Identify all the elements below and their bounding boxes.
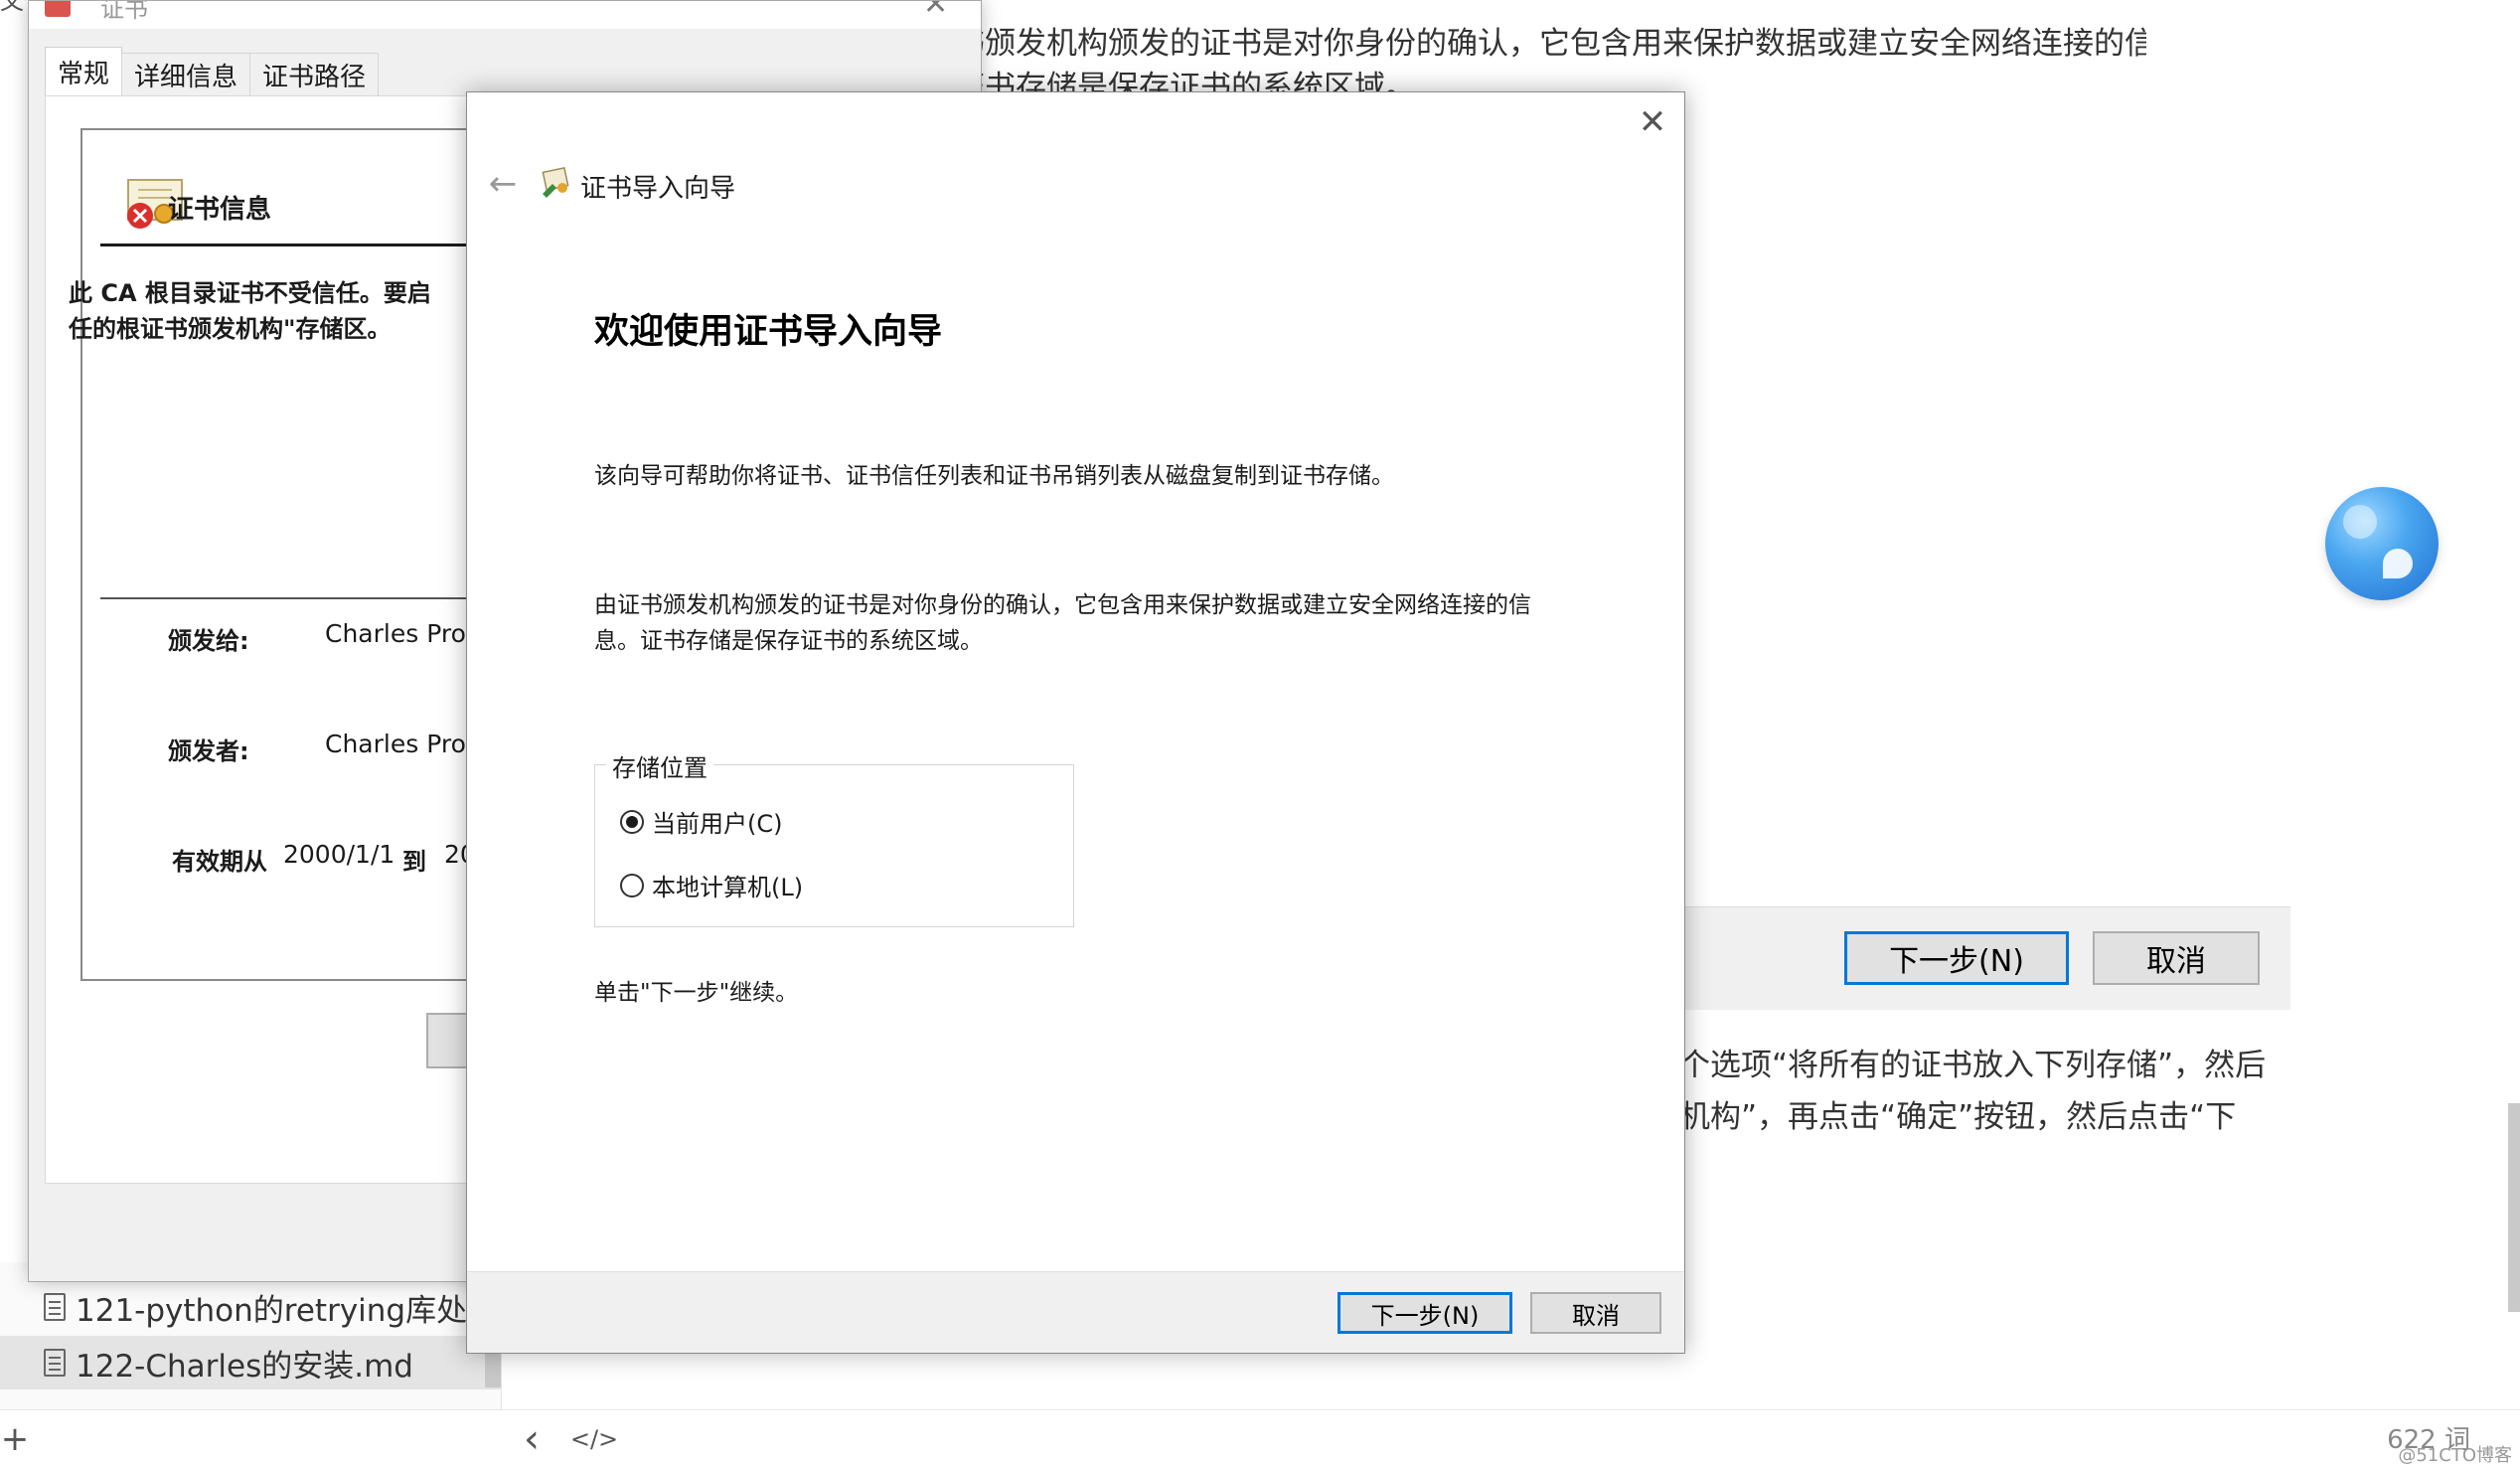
watermark: @51CTO博客 [2398, 1445, 2512, 1466]
wizard-explanation: 由证书颁发机构颁发的证书是对你身份的确认，它包含用来保护数据或建立安全网络连接的… [594, 587, 1598, 659]
radio-local-machine[interactable]: 本地计算机(L) [620, 868, 803, 902]
editor-scrollbar-thumb[interactable] [2508, 1103, 2520, 1312]
trust-warning: 此 CA 根目录证书不受信任。要启 任的根证书颁发机构"存储区。 [69, 275, 466, 347]
status-bar [0, 1409, 2520, 1467]
trust-warning-line: 任的根证书颁发机构"存储区。 [69, 315, 392, 343]
wizard-heading: 欢迎使用证书导入向导 [594, 312, 943, 352]
wizard-footer: 下一步(N) 取消 [467, 1271, 1684, 1353]
close-icon[interactable]: ✕ [1633, 102, 1672, 142]
store-location-group [594, 764, 1074, 927]
valid-to-label: 到 [402, 848, 426, 876]
back-arrow-icon[interactable]: ← [481, 162, 525, 206]
article-paragraph-line: 书颁发机构颁发的证书是对你身份的确认，它包含用来保护数据或建立安全网络连接的信 [954, 26, 2146, 62]
floating-assistant-icon[interactable] [2325, 487, 2439, 600]
valid-from-value: 2000/1/1 [283, 840, 395, 869]
wizard-intro: 该向导可帮助你将证书、证书信任列表和证书吊销列表从磁盘复制到证书存储。 [594, 463, 1394, 489]
chevron-left-icon[interactable]: ‹ [517, 1416, 547, 1462]
certificate-tabs: 常规 详细信息 证书路径 [45, 47, 380, 96]
document-icon [44, 1293, 66, 1321]
file-name: 121-python的retrying库处理尝试 [76, 1292, 502, 1329]
document-icon [44, 1349, 66, 1377]
wizard-explanation-line: 由证书颁发机构颁发的证书是对你身份的确认，它包含用来保护数据或建立安全网络连接的… [594, 592, 1531, 618]
background-cancel-button[interactable]: 取消 [2093, 931, 2260, 985]
article-paragraph-line: 机构”，再点击“确定”按钮，然后点击“下 [1679, 1099, 2237, 1135]
cancel-button[interactable]: 取消 [1530, 1292, 1661, 1334]
issued-by-label: 颁发者: [168, 737, 249, 765]
store-location-label: 存储位置 [606, 748, 713, 783]
certificate-wizard-icon [542, 167, 569, 198]
file-name: 122-Charles的安装.md [76, 1348, 413, 1385]
tab-certification-path[interactable]: 证书路径 [249, 53, 380, 96]
assistant-highlight [2383, 549, 2413, 578]
issued-to-label: 颁发给: [168, 627, 249, 655]
radio-label: 当前用户(C) [652, 810, 783, 838]
valid-from-label: 有效期从 [172, 848, 267, 876]
next-button[interactable]: 下一步(N) [1338, 1292, 1512, 1334]
tab-general[interactable]: 常规 [45, 47, 123, 96]
file-list-item[interactable]: 121-python的retrying库处理尝试 [0, 1280, 502, 1334]
certificate-import-wizard: ✕ ← 证书导入向导 欢迎使用证书导入向导 该向导可帮助你将证书、证书信任列表和… [466, 91, 1685, 1354]
certificate-info-heading: 证书信息 [168, 195, 272, 225]
certificate-dialog-title: 证书 [100, 0, 148, 23]
radio-button[interactable] [620, 809, 644, 834]
add-file-button[interactable]: + [0, 1417, 30, 1461]
wizard-title: 证书导入向导 [580, 174, 736, 204]
radio-button[interactable] [620, 873, 644, 897]
continue-hint: 单击"下一步"继续。 [594, 980, 799, 1006]
background-next-button[interactable]: 下一步(N) [1844, 931, 2069, 985]
certificate-icon [45, 1, 71, 17]
file-list-item-active[interactable]: 122-Charles的安装.md [0, 1336, 502, 1389]
trust-warning-line: 此 CA 根目录证书不受信任。要启 [69, 279, 431, 307]
radio-current-user[interactable]: 当前用户(C) [620, 804, 782, 839]
wizard-explanation-line: 息。证书存储是保存证书的系统区域。 [594, 628, 983, 654]
tab-details[interactable]: 详细信息 [121, 53, 251, 96]
background-wizard-footer: 下一步(N) 取消 [1679, 906, 2290, 1010]
article-paragraph-line: 个选项“将所有的证书放入下列存储”，然后 [1679, 1048, 2267, 1083]
certificate-dialog-titlebar: 证书 ✕ [29, 1, 981, 29]
radio-selected-dot [626, 815, 638, 828]
radio-label: 本地计算机(L) [652, 874, 804, 901]
assistant-highlight [2343, 505, 2377, 539]
close-icon[interactable]: ✕ [923, 1, 948, 22]
source-code-icon[interactable]: </> [570, 1417, 618, 1461]
